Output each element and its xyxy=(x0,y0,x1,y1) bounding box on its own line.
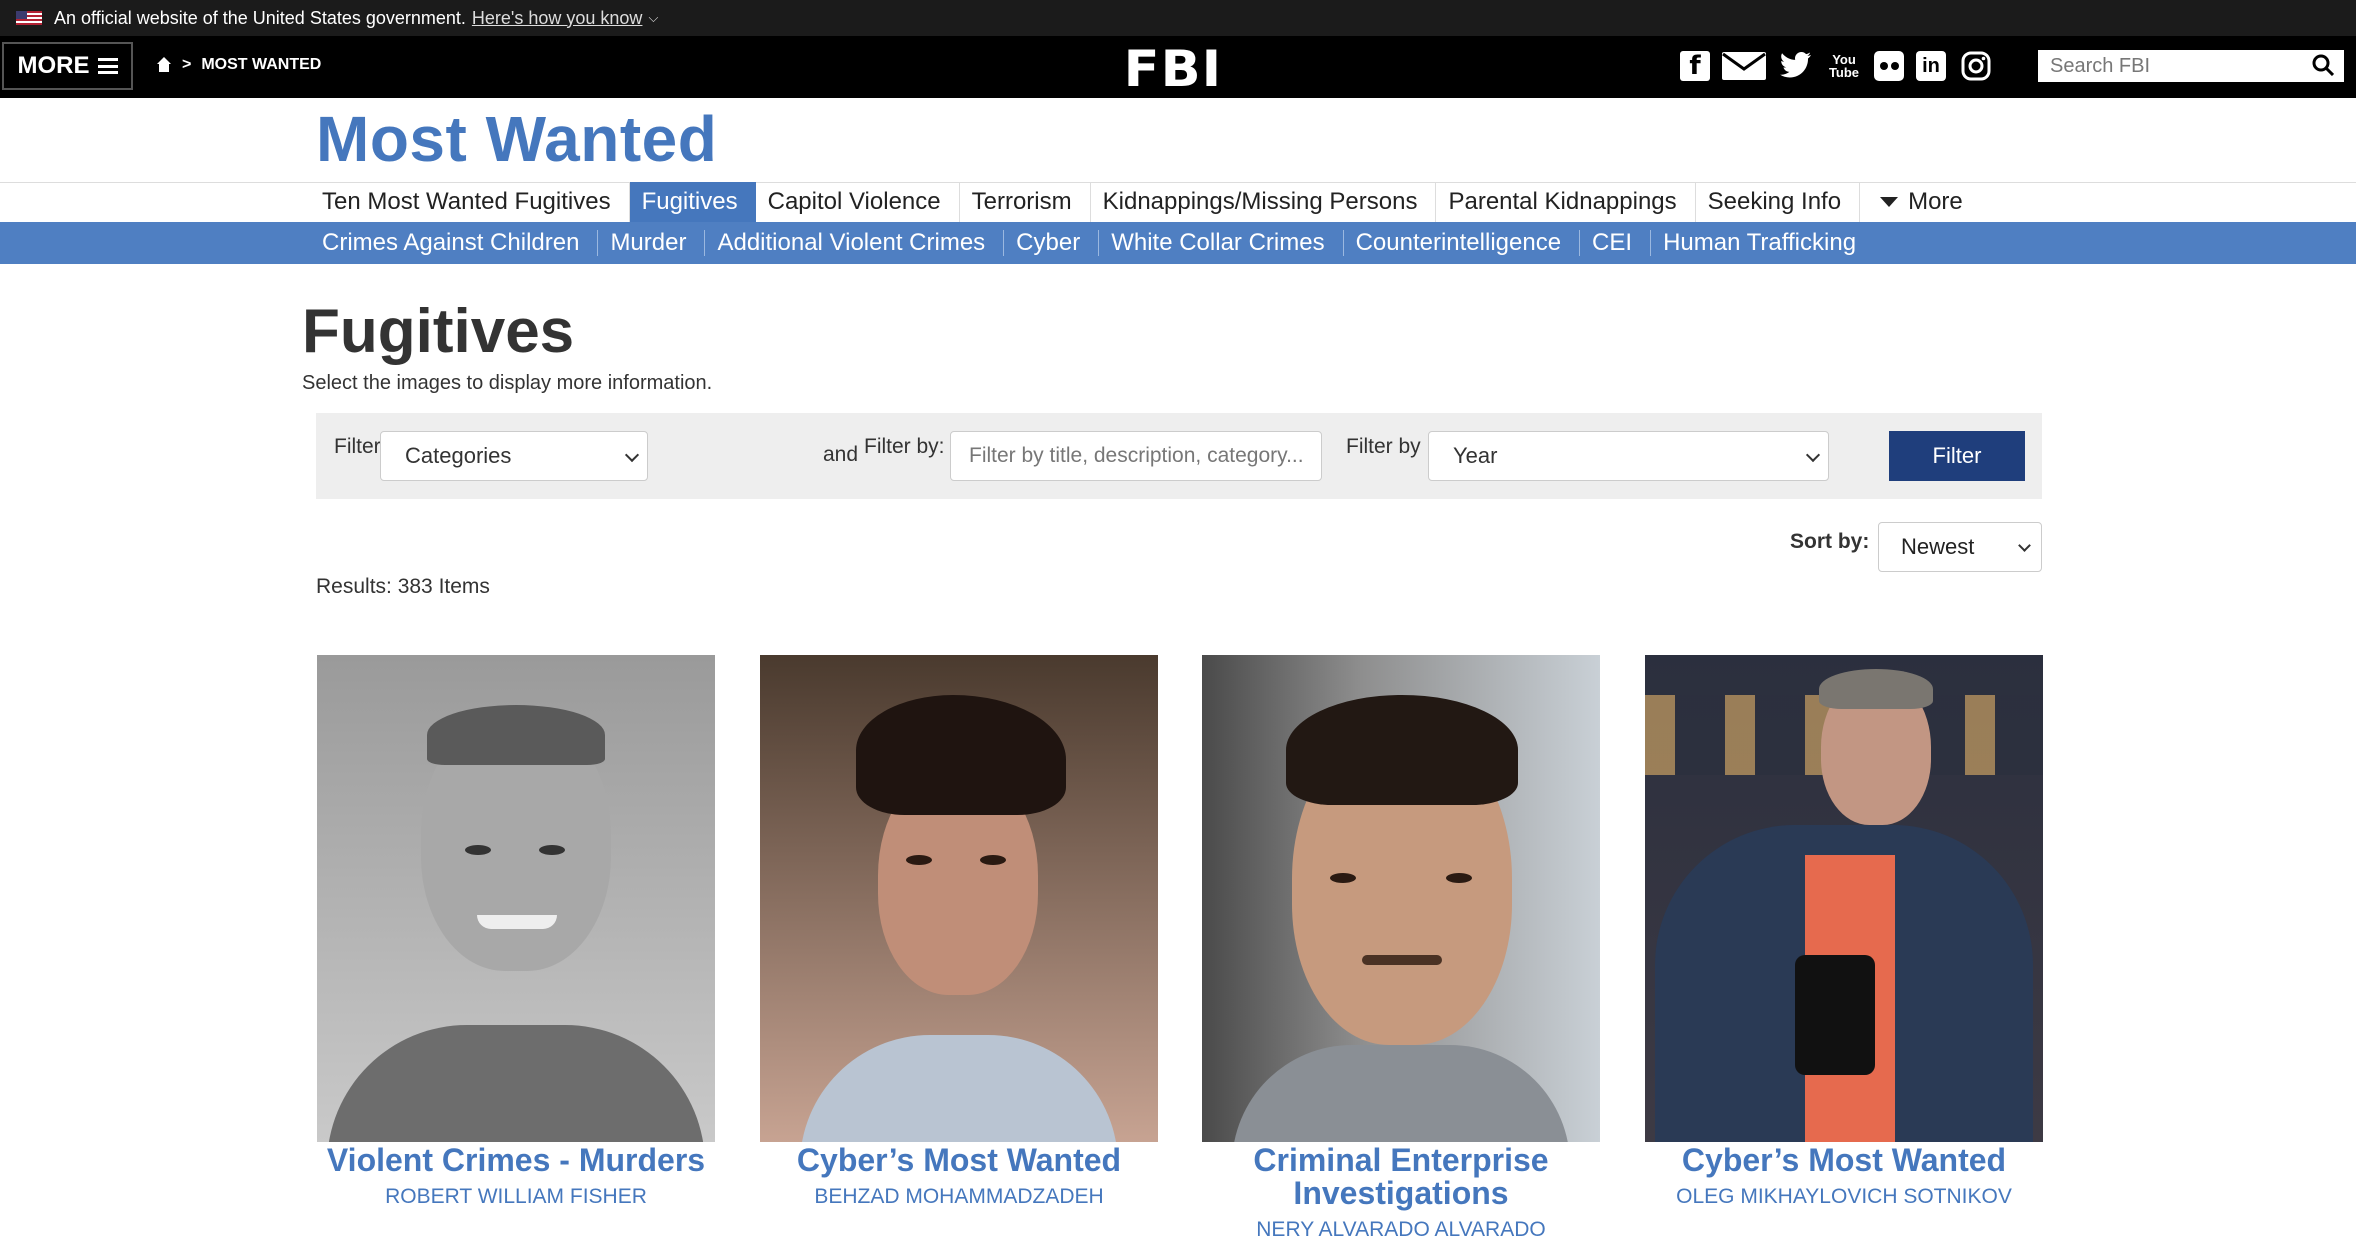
more-menu-label: MORE xyxy=(17,52,90,79)
card-name-link[interactable]: OLEG MIKHAYLOVICH SOTNIKOV xyxy=(1645,1185,2043,1209)
more-menu-button[interactable]: MORE xyxy=(2,42,133,90)
nav-capitol-violence[interactable]: Capitol Violence xyxy=(756,182,960,222)
youtube-text-tube: Tube xyxy=(1828,65,1860,80)
filter-label-year: Filter by xyxy=(1346,435,1421,458)
home-icon[interactable] xyxy=(156,57,172,73)
caret-down-icon xyxy=(1880,197,1899,207)
nav-fugitives[interactable]: Fugitives xyxy=(629,182,756,222)
nav-more-label: More xyxy=(1908,188,1963,215)
chevron-down-icon xyxy=(2018,539,2031,552)
subnav-additional-violent-crimes[interactable]: Additional Violent Crimes xyxy=(705,230,1005,256)
chevron-down-icon[interactable]: ⌵ xyxy=(648,10,658,26)
subnav-human-trafficking[interactable]: Human Trafficking xyxy=(1651,230,1874,256)
year-select[interactable]: Year xyxy=(1428,431,1829,481)
fugitive-card[interactable]: Criminal Enterprise Investigations NERY … xyxy=(1202,655,1600,1242)
fugitive-photo[interactable] xyxy=(760,655,1158,1142)
filter-label-and: and xyxy=(823,443,859,466)
filter-bar: Filter by Categories and Filter by: Filt… xyxy=(316,413,2042,499)
fugitive-photo[interactable] xyxy=(317,655,715,1142)
linkedin-icon[interactable]: in xyxy=(1916,51,1946,81)
heres-how-you-know-link[interactable]: Here's how you know xyxy=(472,8,643,29)
results-count: Results: 383 Items xyxy=(316,575,490,598)
card-category-link[interactable]: Violent Crimes - Murders xyxy=(317,1144,715,1177)
site-title[interactable]: Most Wanted xyxy=(316,102,717,176)
twitter-icon[interactable] xyxy=(1778,48,1814,84)
search-icon[interactable] xyxy=(2312,54,2334,76)
categories-select-value: Categories xyxy=(405,443,512,468)
nav-more[interactable]: More xyxy=(1860,182,1981,222)
categories-select[interactable]: Categories xyxy=(380,431,648,481)
fugitive-photo[interactable] xyxy=(1202,655,1600,1142)
nav-parental-kidnappings[interactable]: Parental Kidnappings xyxy=(1436,182,1696,222)
fugitive-card[interactable]: Cyber’s Most Wanted BEHZAD MOHAMMADZADEH xyxy=(760,655,1158,1209)
subnav-cyber[interactable]: Cyber xyxy=(1004,230,1100,256)
page-subtitle: Select the images to display more inform… xyxy=(302,372,713,394)
card-category-link[interactable]: Cyber’s Most Wanted xyxy=(760,1144,1158,1177)
youtube-icon[interactable]: You Tube xyxy=(1826,48,1862,84)
fugitive-photo[interactable] xyxy=(1645,655,2043,1142)
fbi-logo[interactable]: FBI xyxy=(1124,44,1223,94)
subnav-counterintelligence[interactable]: Counterintelligence xyxy=(1344,230,1581,256)
sort-label: Sort by: xyxy=(1790,530,1870,553)
nav-terrorism[interactable]: Terrorism xyxy=(960,182,1091,222)
breadcrumb-separator-icon: > xyxy=(182,56,192,73)
primary-nav: Ten Most Wanted Fugitives Fugitives Capi… xyxy=(310,182,1981,222)
nav-ten-most-wanted[interactable]: Ten Most Wanted Fugitives xyxy=(310,182,630,222)
filter-button[interactable]: Filter xyxy=(1889,431,2025,481)
flickr-icon[interactable] xyxy=(1874,51,1904,81)
card-name-link[interactable]: NERY ALVARADO ALVARADO xyxy=(1202,1218,1600,1242)
breadcrumb: > MOST WANTED xyxy=(156,56,321,74)
sort-select-value: Newest xyxy=(1901,534,1975,559)
subnav-murder[interactable]: Murder xyxy=(598,230,706,256)
hamburger-icon xyxy=(97,58,118,74)
card-category-link[interactable]: Criminal Enterprise Investigations xyxy=(1202,1144,1600,1210)
nav-seeking-info[interactable]: Seeking Info xyxy=(1696,182,1861,222)
social-links: f You Tube in xyxy=(1680,48,1994,84)
breadcrumb-most-wanted[interactable]: MOST WANTED xyxy=(201,56,321,74)
email-icon[interactable] xyxy=(1722,48,1766,84)
search-input[interactable] xyxy=(2038,50,2298,82)
fugitive-card[interactable]: Cyber’s Most Wanted OLEG MIKHAYLOVICH SO… xyxy=(1645,655,2043,1209)
search-box xyxy=(2038,50,2344,82)
site-header: MORE > MOST WANTED FBI f You Tube in xyxy=(0,36,2356,98)
nav-kidnappings-missing-persons[interactable]: Kidnappings/Missing Persons xyxy=(1091,182,1437,222)
facebook-icon[interactable]: f xyxy=(1680,51,1710,81)
chevron-down-icon xyxy=(624,447,640,463)
subnav-cei[interactable]: CEI xyxy=(1580,230,1652,256)
card-name-link[interactable]: BEHZAD MOHAMMADZADEH xyxy=(760,1185,1158,1209)
sort-select[interactable]: Newest xyxy=(1878,522,2042,572)
filter-label-text: Filter by: xyxy=(864,435,945,458)
secondary-nav: Crimes Against Children Murder Additiona… xyxy=(0,222,2356,264)
subnav-crimes-against-children[interactable]: Crimes Against Children xyxy=(310,230,599,256)
fugitive-card[interactable]: Violent Crimes - Murders ROBERT WILLIAM … xyxy=(317,655,715,1209)
card-category-link[interactable]: Cyber’s Most Wanted xyxy=(1645,1144,2043,1177)
year-select-value: Year xyxy=(1453,443,1498,468)
card-name-link[interactable]: ROBERT WILLIAM FISHER xyxy=(317,1185,715,1209)
filter-text-input[interactable] xyxy=(950,431,1322,481)
official-gov-banner: An official website of the United States… xyxy=(0,0,2356,36)
instagram-icon[interactable] xyxy=(1958,48,1994,84)
subnav-white-collar-crimes[interactable]: White Collar Crimes xyxy=(1099,230,1344,256)
gov-banner-text: An official website of the United States… xyxy=(54,7,466,28)
us-flag-icon xyxy=(16,11,42,25)
chevron-down-icon xyxy=(1805,447,1821,463)
page-title: Fugitives xyxy=(302,297,575,366)
